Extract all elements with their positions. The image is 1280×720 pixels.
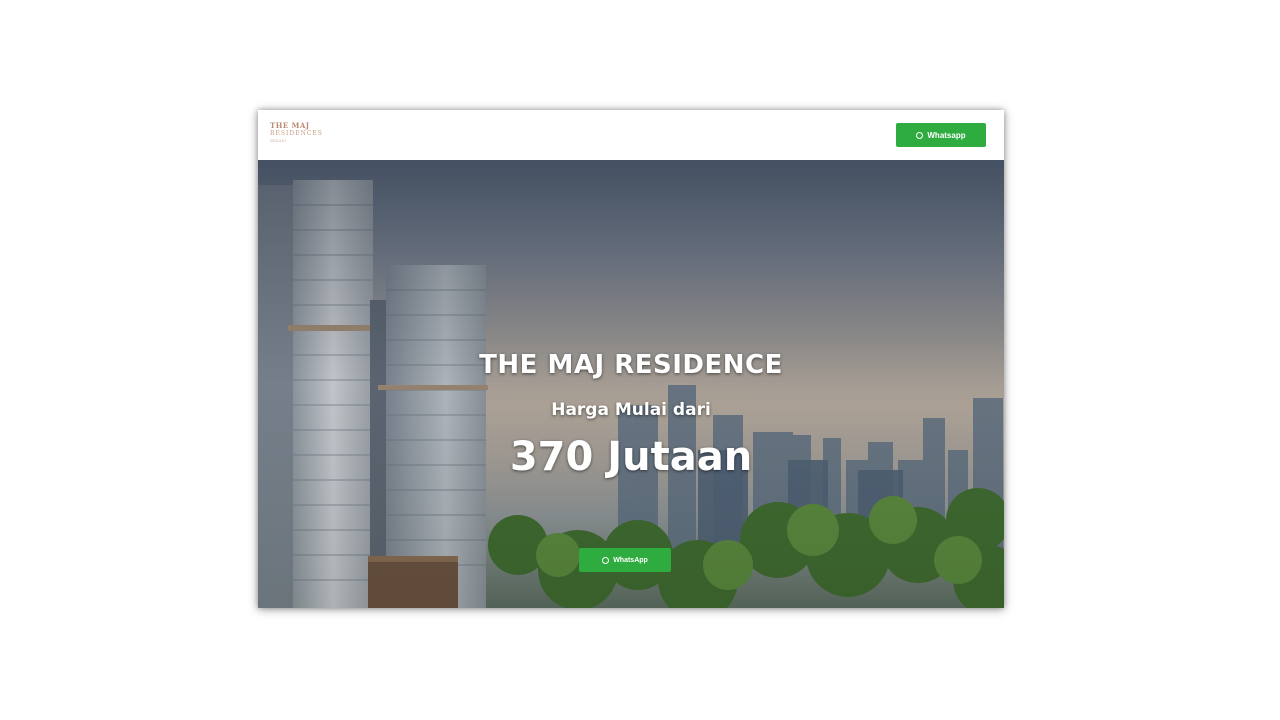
page-screenshot-frame: THE MAJ RESIDENCES BEKASI Whatsapp THE M…: [258, 110, 1004, 608]
logo-line-3: BEKASI: [270, 138, 286, 143]
site-header: THE MAJ RESIDENCES BEKASI Whatsapp: [258, 110, 1004, 160]
whatsapp-icon: [916, 131, 924, 139]
hero-whatsapp-label: WhatsApp: [613, 556, 648, 564]
hero-section: THE MAJ RESIDENCE Harga Mulai dari 370 J…: [258, 160, 1004, 608]
hero-text-block: THE MAJ RESIDENCE Harga Mulai dari 370 J…: [258, 160, 1004, 608]
header-whatsapp-button[interactable]: Whatsapp: [896, 123, 986, 147]
hero-whatsapp-button[interactable]: WhatsApp: [579, 548, 671, 572]
hero-subtitle: Harga Mulai dari: [551, 400, 711, 420]
hero-price: 370 Jutaan: [509, 434, 753, 480]
logo-line-1: THE MAJ: [270, 121, 310, 130]
whatsapp-icon: [602, 556, 610, 564]
header-whatsapp-label: Whatsapp: [927, 130, 966, 140]
hero-title: THE MAJ RESIDENCE: [479, 350, 783, 380]
logo-line-2: RESIDENCES: [270, 130, 323, 137]
brand-logo[interactable]: THE MAJ RESIDENCES BEKASI: [270, 122, 350, 148]
